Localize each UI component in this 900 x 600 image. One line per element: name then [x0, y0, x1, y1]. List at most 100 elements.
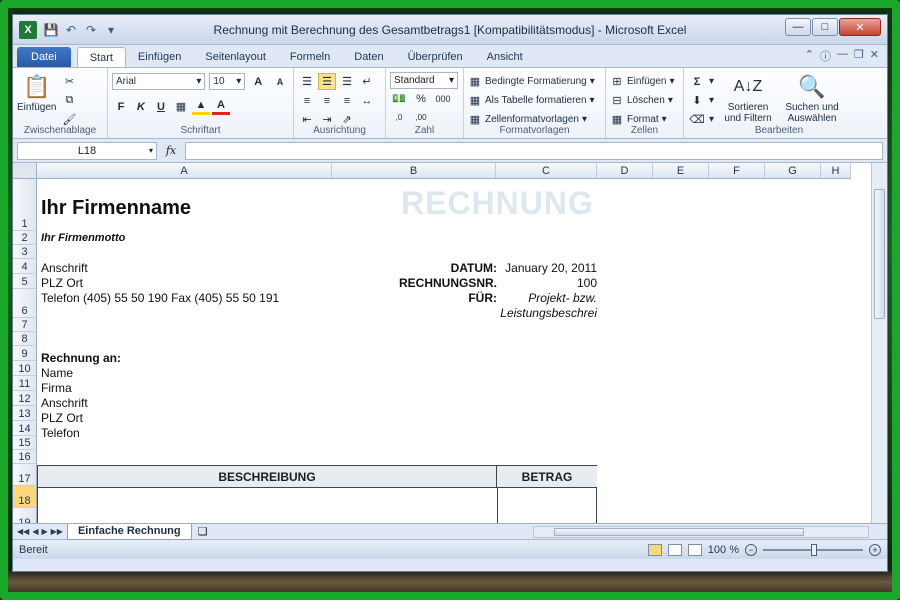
row-header[interactable]: 6: [13, 289, 37, 318]
align-bottom-icon[interactable]: ☰: [338, 73, 356, 90]
row-header[interactable]: 12: [13, 391, 37, 406]
column-header-g[interactable]: G: [765, 163, 821, 178]
font-size-select[interactable]: 10 ▾: [209, 73, 246, 90]
column-header-e[interactable]: E: [653, 163, 709, 178]
insert-function-button[interactable]: fx: [161, 144, 181, 157]
row-header[interactable]: 3: [13, 245, 37, 259]
format-as-table-button[interactable]: ▦ Als Tabelle formatieren ▾: [468, 91, 601, 110]
row-header[interactable]: 7: [13, 318, 37, 332]
decrease-decimal-icon[interactable]: ,00: [412, 109, 430, 126]
row-header[interactable]: 19: [13, 508, 37, 523]
page-break-view-icon[interactable]: [687, 543, 702, 556]
align-left-icon[interactable]: ≡: [298, 92, 316, 109]
last-sheet-icon[interactable]: ▶▶: [51, 527, 63, 536]
tab-ueberpruefen[interactable]: Überprüfen: [396, 47, 475, 67]
row-header[interactable]: 15: [13, 436, 37, 450]
first-sheet-icon[interactable]: ◀◀: [17, 527, 29, 536]
next-sheet-icon[interactable]: ▶: [41, 527, 47, 536]
formula-input[interactable]: [185, 141, 883, 160]
column-header-b[interactable]: B: [332, 163, 496, 178]
horizontal-scroll-thumb[interactable]: [554, 528, 804, 536]
autosum-button[interactable]: Σ: [688, 73, 706, 90]
row-header[interactable]: 16: [13, 450, 37, 464]
number-format-select[interactable]: Standard ▾: [390, 72, 458, 89]
name-box[interactable]: L18 ▾: [17, 141, 157, 160]
align-top-icon[interactable]: ☰: [298, 73, 316, 90]
thousands-separator-button[interactable]: 000: [434, 90, 452, 107]
column-header-d[interactable]: D: [597, 163, 653, 178]
row-header[interactable]: 11: [13, 376, 37, 391]
tab-formeln[interactable]: Formeln: [278, 47, 342, 67]
worksheet-grid[interactable]: A B C D E F G H 1 2 3 4 5 6 7 8 9 10 11 …: [13, 163, 887, 523]
row-header[interactable]: 13: [13, 406, 37, 421]
conditional-formatting-button[interactable]: ▦ Bedingte Formatierung ▾: [468, 72, 601, 91]
maximize-button[interactable]: □: [812, 18, 838, 36]
cell-area[interactable]: RECHNUNG Ihr Firmenname Ihr Firmenmotto …: [37, 179, 867, 523]
row-header[interactable]: 4: [13, 259, 37, 274]
grow-font-icon[interactable]: A: [249, 73, 267, 90]
column-header-a[interactable]: A: [37, 163, 332, 178]
increase-decimal-icon[interactable]: ,0: [390, 109, 408, 126]
page-layout-view-icon[interactable]: [667, 543, 682, 556]
align-middle-icon[interactable]: ☰: [318, 73, 336, 90]
zoom-slider-knob[interactable]: [811, 543, 817, 556]
cut-icon[interactable]: ✂: [62, 75, 76, 89]
minimize-ribbon-icon[interactable]: ⌃: [805, 48, 814, 64]
row-header[interactable]: 10: [13, 361, 37, 376]
row-header[interactable]: 17: [13, 464, 37, 486]
borders-icon[interactable]: ▦: [172, 98, 190, 115]
insert-sheet-icon[interactable]: ❏: [198, 525, 208, 538]
fill-color-icon[interactable]: ▲: [192, 98, 210, 115]
normal-view-icon[interactable]: [647, 543, 662, 556]
tab-einfuegen[interactable]: Einfügen: [126, 47, 193, 67]
column-header-h[interactable]: H: [821, 163, 851, 178]
delete-cells-button[interactable]: ⊟ Löschen ▾: [610, 91, 679, 110]
tab-datei[interactable]: Datei: [17, 47, 71, 67]
column-header-c[interactable]: C: [496, 163, 597, 178]
close-button[interactable]: ✕: [839, 18, 881, 36]
underline-button[interactable]: U: [152, 98, 170, 115]
align-center-icon[interactable]: ≡: [318, 92, 336, 109]
row-header[interactable]: 9: [13, 346, 37, 361]
font-color-icon[interactable]: A: [212, 98, 230, 115]
row-header[interactable]: 5: [13, 274, 37, 289]
row-header[interactable]: 14: [13, 421, 37, 436]
zoom-level[interactable]: 100 %: [708, 544, 739, 556]
tab-daten[interactable]: Daten: [342, 47, 395, 67]
select-all-corner[interactable]: [13, 163, 37, 179]
percent-button[interactable]: %: [412, 90, 430, 107]
workbook-minimize-icon[interactable]: —: [837, 48, 848, 64]
help-icon[interactable]: ⓘ: [820, 48, 831, 64]
tab-seitenlayout[interactable]: Seitenlayout: [193, 47, 278, 67]
workbook-restore-icon[interactable]: ❐: [854, 48, 864, 64]
wrap-text-icon[interactable]: ↵: [358, 73, 376, 90]
align-right-icon[interactable]: ≡: [338, 92, 356, 109]
minimize-button[interactable]: —: [785, 18, 811, 36]
fill-icon[interactable]: ⬇: [688, 92, 706, 109]
vertical-scroll-thumb[interactable]: [874, 189, 885, 319]
row-header[interactable]: 1: [13, 179, 37, 231]
shrink-font-icon[interactable]: A: [271, 73, 289, 90]
sort-filter-button[interactable]: A↓Z Sortieren und Filtern: [720, 72, 776, 129]
row-header[interactable]: 8: [13, 332, 37, 346]
merge-center-icon[interactable]: ↔: [358, 92, 376, 109]
vertical-scrollbar[interactable]: [871, 163, 887, 523]
zoom-out-icon[interactable]: −: [745, 543, 757, 556]
row-header-selected[interactable]: 18: [13, 486, 37, 508]
workbook-close-icon[interactable]: ✕: [870, 48, 879, 64]
bold-button[interactable]: F: [112, 98, 130, 115]
row-header[interactable]: 2: [13, 231, 37, 245]
copy-icon[interactable]: ⧉: [62, 94, 76, 108]
sheet-tab-einfache-rechnung[interactable]: Einfache Rechnung: [66, 523, 192, 540]
zoom-in-icon[interactable]: +: [869, 543, 881, 556]
tab-start[interactable]: Start: [76, 47, 126, 67]
find-select-button[interactable]: 🔍 Suchen und Auswählen: [782, 72, 842, 129]
prev-sheet-icon[interactable]: ◀: [32, 527, 38, 536]
column-header-f[interactable]: F: [709, 163, 765, 178]
font-name-select[interactable]: Arial ▾: [112, 73, 206, 90]
tab-ansicht[interactable]: Ansicht: [475, 47, 535, 67]
horizontal-scrollbar[interactable]: [533, 526, 869, 538]
zoom-slider[interactable]: [763, 543, 863, 556]
italic-button[interactable]: K: [132, 98, 150, 115]
paste-button[interactable]: 📋 Einfügen: [17, 72, 56, 129]
